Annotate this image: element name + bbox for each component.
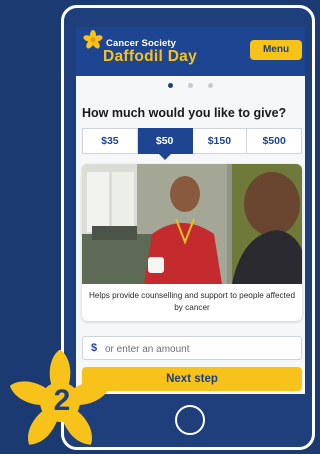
amount-option-50[interactable]: $50 — [137, 128, 193, 160]
impact-caption: Helps provide counselling and support to… — [88, 291, 296, 312]
amount-option-500[interactable]: $500 — [247, 128, 302, 154]
amount-options: $35 $50 $150 $500 — [82, 128, 302, 160]
phone-screen: Cancer Society Daffodil Day Menu How muc… — [76, 27, 305, 394]
site-header: Cancer Society Daffodil Day Menu — [76, 27, 305, 76]
step-number: 2 — [53, 384, 71, 417]
home-button-icon[interactable] — [175, 405, 205, 435]
amount-option-150[interactable]: $150 — [192, 128, 248, 154]
next-step-button[interactable]: Next step — [82, 367, 302, 391]
logo-campaign-text[interactable]: Daffodil Day — [103, 48, 197, 66]
donation-question: How much would you like to give? — [82, 106, 287, 120]
custom-amount-input[interactable] — [103, 339, 297, 359]
menu-button[interactable]: Menu — [250, 40, 302, 60]
carousel-dot-3[interactable] — [208, 83, 213, 88]
carousel-indicator — [168, 83, 218, 89]
counselling-photo — [82, 164, 302, 284]
carousel-dot-2[interactable] — [188, 83, 193, 88]
carousel-dot-1[interactable] — [168, 83, 173, 88]
impact-card: Helps provide counselling and support to… — [82, 164, 302, 321]
amount-option-35[interactable]: $35 — [82, 128, 138, 154]
custom-amount-field[interactable]: $ — [82, 336, 302, 360]
daffodil-logo-icon[interactable] — [83, 30, 103, 52]
